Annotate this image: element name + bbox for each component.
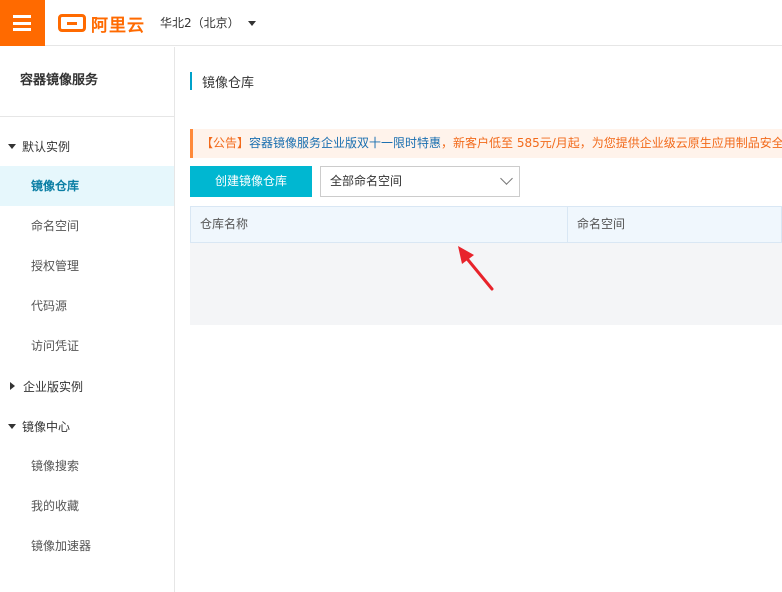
sidebar-title: 容器镜像服务: [0, 47, 174, 117]
page-title: 镜像仓库: [202, 75, 255, 91]
sidebar-group-label: 默认实例: [22, 139, 71, 154]
top-navbar: 阿里云 华北2（北京）: [0, 0, 782, 46]
chevron-down-icon: [500, 172, 513, 185]
table-header: 仓库名称 命名空间: [190, 206, 782, 243]
menu-icon[interactable]: [0, 0, 45, 46]
sidebar: 容器镜像服务 默认实例 镜像仓库 命名空间 授权管理 代码源 访问凭证 企业版实…: [0, 47, 175, 592]
logo-text: 阿里云: [91, 15, 145, 36]
announcement-banner: 【公告】容器镜像服务企业版双十一限时特惠，新客户低至 585元/月起，为您提供企…: [190, 129, 782, 158]
caret-down-icon: [8, 143, 16, 149]
caret-down-icon: [247, 20, 256, 26]
notice-text: ，新客户低至 585元/月起，为您提供企业级云原生应用制品安全: [441, 136, 782, 150]
sidebar-item-favorites[interactable]: 我的收藏: [0, 486, 174, 526]
sidebar-item-authorization[interactable]: 授权管理: [0, 246, 174, 286]
column-header-namespace[interactable]: 命名空间: [568, 207, 781, 242]
region-selector[interactable]: 华北2（北京）: [160, 14, 256, 31]
main-content: 镜像仓库 【公告】容器镜像服务企业版双十一限时特惠，新客户低至 585元/月起，…: [176, 47, 782, 592]
namespace-select[interactable]: 全部命名空间: [320, 166, 520, 197]
sidebar-item-code-source[interactable]: 代码源: [0, 286, 174, 326]
notice-highlight: 双十一限时特惠: [357, 136, 442, 150]
caret-right-icon: [10, 382, 15, 390]
sidebar-item-image-accelerator[interactable]: 镜像加速器: [0, 526, 174, 566]
title-accent-bar: [190, 72, 192, 90]
notice-prefix: 【公告】: [201, 136, 250, 150]
create-repository-button[interactable]: 创建镜像仓库: [190, 166, 312, 197]
sidebar-item-access-credentials[interactable]: 访问凭证: [0, 326, 174, 366]
sidebar-item-namespaces[interactable]: 命名空间: [0, 206, 174, 246]
aliyun-logo-icon: [58, 14, 86, 32]
sidebar-group-image-center[interactable]: 镜像中心: [0, 406, 174, 446]
sidebar-group-label: 镜像中心: [22, 419, 71, 434]
region-label: 华北2（北京）: [160, 16, 240, 30]
sidebar-group-default-instance[interactable]: 默认实例: [0, 126, 174, 166]
caret-down-icon: [8, 423, 16, 429]
sidebar-item-repositories[interactable]: 镜像仓库: [0, 166, 174, 206]
pointer-arrow-icon: [458, 246, 494, 291]
sidebar-item-image-search[interactable]: 镜像搜索: [0, 446, 174, 486]
notice-link[interactable]: 容器镜像服务企业版: [249, 136, 357, 150]
column-header-repo-name[interactable]: 仓库名称: [191, 207, 568, 242]
namespace-select-value: 全部命名空间: [330, 174, 403, 188]
page-header: 镜像仓库: [190, 71, 254, 91]
sidebar-group-label: 企业版实例: [23, 379, 84, 394]
aliyun-logo[interactable]: 阿里云: [58, 12, 145, 36]
sidebar-group-enterprise-instance[interactable]: 企业版实例: [0, 366, 174, 406]
